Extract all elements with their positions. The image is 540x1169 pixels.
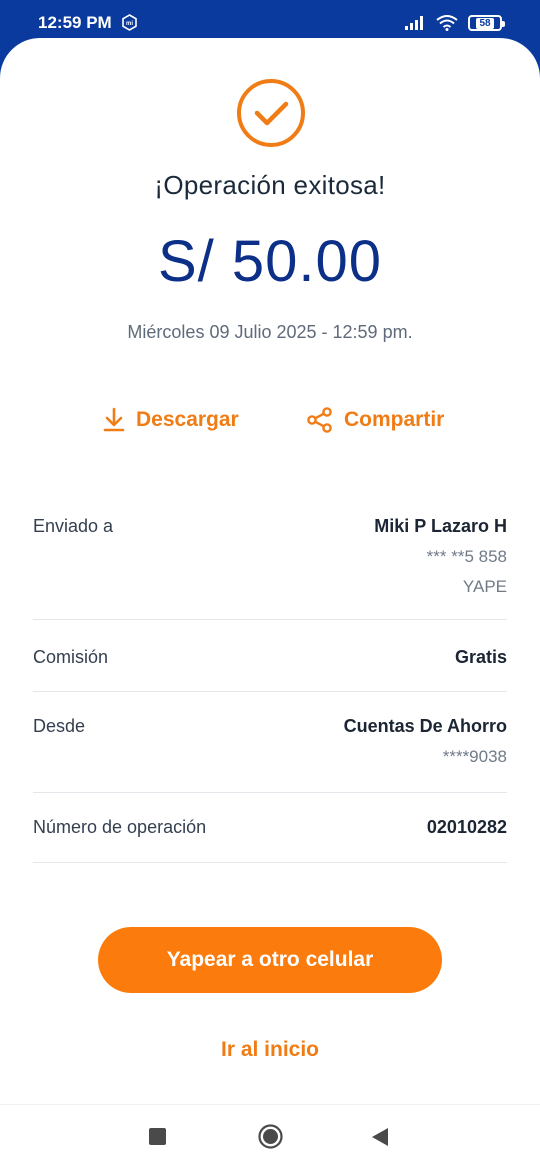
svg-text:mi: mi [126,21,133,27]
signal-icon [405,16,423,30]
mi-icon: mi [122,14,137,31]
from-label: Desde [33,716,86,736]
recents-icon[interactable] [149,1128,166,1145]
amount: S/ 50.00 [157,229,383,294]
yapear-again-button[interactable]: Yapear a otro celular [98,927,442,993]
recipient-name: Miki P Lazaro H [374,516,507,536]
sent-to-label: Enviado a [33,516,114,536]
success-check-icon [237,79,305,147]
source-account: Cuentas De Ahorro [343,716,507,736]
download-button[interactable]: Descargar [102,404,239,436]
detail-row-sent-to: Enviado a Miki P Lazaro H *** **5 858 YA… [33,498,507,620]
operation-number-value: 02010282 [426,817,507,837]
operation-details: Enviado a Miki P Lazaro H *** **5 858 YA… [33,498,507,863]
home-icon[interactable] [258,1124,283,1149]
share-label: Compartir [344,408,445,431]
wifi-icon [436,15,458,31]
system-nav-bar [0,1104,540,1169]
recipient-phone: *** **5 858 [426,547,507,566]
battery-level: 58 [476,17,494,29]
download-icon [103,407,125,432]
recipient-channel: YAPE [462,577,507,596]
share-icon [307,407,332,433]
commission-label: Comisión [33,647,109,667]
commission-value: Gratis [454,647,507,667]
status-icons: 58 [404,14,505,32]
success-title: ¡Operación exitosa! [154,170,386,200]
receipt-card: ¡Operación exitosa! S/ 50.00 Miércoles 0… [0,38,540,1169]
go-home-link[interactable]: Ir al inicio [0,1038,540,1062]
detail-row-commission: Comisión Gratis [33,620,507,692]
back-icon[interactable] [371,1127,389,1147]
operation-datetime: Miércoles 09 Julio 2025 - 12:59 pm. [127,322,413,342]
battery-icon: 58 [468,15,505,31]
share-button[interactable]: Compartir [306,404,444,436]
operation-number-label: Número de operación [33,817,207,837]
status-time: 12:59 PM [38,13,112,32]
source-account-number: ****9038 [442,747,507,766]
detail-row-operation-number: Número de operación 02010282 [33,793,507,863]
detail-row-from: Desde Cuentas De Ahorro ****9038 [33,692,507,793]
download-label: Descargar [136,408,239,431]
